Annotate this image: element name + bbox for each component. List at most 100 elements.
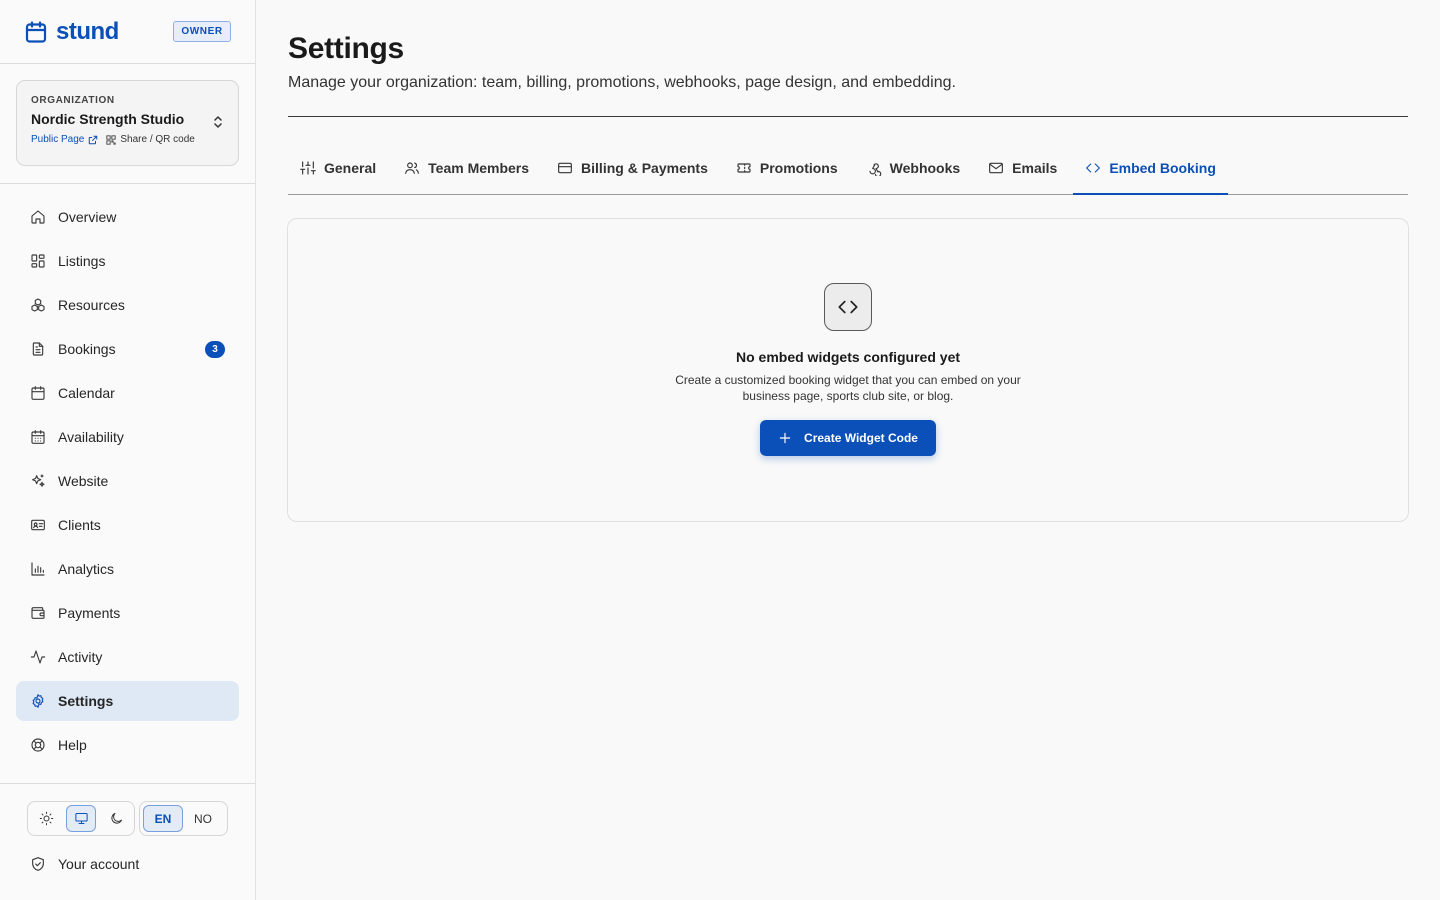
chevrons-up-down-icon — [214, 116, 222, 128]
theme-dark-button[interactable] — [101, 805, 131, 832]
brand-name: stund — [56, 18, 119, 45]
webhook-icon — [869, 163, 881, 176]
sidebar-item-label: Website — [58, 473, 109, 489]
code-icon — [838, 300, 858, 314]
life-buoy-icon — [31, 738, 45, 752]
plus-icon — [779, 432, 791, 444]
role-badge: OWNER — [173, 21, 231, 42]
embed-widgets-panel: No embed widgets configured yet Create a… — [287, 218, 1409, 522]
sidebar-item-label: Availability — [58, 429, 124, 445]
tab-emails[interactable]: Emails — [976, 142, 1069, 194]
file-text-icon — [32, 342, 44, 356]
sidebar-item-help[interactable]: Help — [16, 725, 239, 765]
sidebar-item-payments[interactable]: Payments — [16, 593, 239, 633]
tab-label: Promotions — [759, 160, 838, 176]
sidebar-item-overview[interactable]: Overview — [16, 197, 239, 237]
sidebar-item-label: Activity — [58, 649, 103, 665]
share-qr-label: Share / QR code — [120, 134, 195, 145]
sidebar-item-activity[interactable]: Activity — [16, 637, 239, 677]
share-qr-link[interactable]: Share / QR code — [106, 134, 195, 145]
tab-promotions[interactable]: Promotions — [724, 142, 850, 194]
sidebar-item-label: Help — [58, 737, 87, 753]
sidebar-item-label: Clients — [58, 517, 101, 533]
bar-chart-icon — [31, 562, 45, 576]
code-icon — [1086, 163, 1101, 173]
divider — [0, 183, 255, 184]
sidebar-item-resources[interactable]: Resources — [16, 285, 239, 325]
activity-icon — [30, 650, 46, 664]
your-account-link[interactable]: Your account — [30, 856, 139, 872]
theme-system-button[interactable] — [66, 805, 96, 832]
sidebar-item-bookings[interactable]: Bookings 3 — [16, 329, 239, 369]
sidebar-item-label: Analytics — [58, 561, 115, 577]
tab-label: Embed Booking — [1109, 160, 1216, 176]
tab-webhooks[interactable]: Webhooks — [854, 142, 973, 194]
shield-check-icon — [32, 857, 44, 871]
tab-label: Billing & Payments — [581, 160, 708, 176]
sidebar-item-label: Bookings — [58, 341, 116, 357]
sidebar-item-website[interactable]: Website — [16, 461, 239, 501]
tab-label: Emails — [1012, 160, 1058, 176]
boxes-icon — [31, 298, 45, 312]
empty-state-icon — [824, 283, 872, 331]
language-switcher: EN NO — [139, 801, 228, 836]
language-en-button[interactable]: EN — [143, 805, 183, 832]
grid-icon — [31, 254, 45, 268]
sidebar-item-analytics[interactable]: Analytics — [16, 549, 239, 589]
tab-label: Webhooks — [889, 160, 961, 176]
calendar-days-icon — [31, 430, 45, 444]
sidebar-item-label: Resources — [58, 297, 125, 313]
organization-switcher[interactable]: ORGANIZATION Nordic Strength Studio Publ… — [16, 80, 239, 166]
calendar-logo-icon — [25, 21, 47, 43]
page-subtitle: Manage your organization: team, billing,… — [288, 74, 956, 91]
gear-icon — [32, 694, 44, 708]
sparkles-icon — [32, 474, 45, 487]
public-page-link[interactable]: Public Page — [31, 134, 98, 145]
header-divider — [288, 116, 1408, 117]
qr-code-icon — [106, 134, 116, 145]
tab-team-members[interactable]: Team Members — [392, 142, 541, 194]
sidebar-item-calendar[interactable]: Calendar — [16, 373, 239, 413]
empty-state-description: Create a customized booking widget that … — [675, 373, 1021, 403]
sidebar-item-clients[interactable]: Clients — [16, 505, 239, 545]
public-page-label: Public Page — [31, 134, 85, 145]
sidebar-item-listings[interactable]: Listings — [16, 241, 239, 281]
settings-tabs: General Team Members Billing & Payments … — [288, 142, 1408, 195]
mail-icon — [989, 162, 1004, 174]
home-icon — [31, 210, 45, 224]
divider — [0, 783, 255, 784]
sidebar-item-label: Settings — [58, 693, 114, 709]
sidebar-item-label: Calendar — [58, 385, 115, 401]
organization-label: ORGANIZATION — [31, 95, 115, 106]
your-account-label: Your account — [58, 856, 140, 872]
tab-general[interactable]: General — [288, 142, 388, 194]
moon-icon — [110, 813, 122, 824]
page-title: Settings — [288, 32, 404, 65]
tab-label: Team Members — [428, 160, 530, 176]
users-icon — [405, 162, 420, 174]
divider — [0, 63, 255, 64]
sidebar-item-label: Listings — [58, 253, 106, 269]
create-widget-code-button[interactable]: Create Widget Code — [760, 420, 936, 456]
monitor-icon — [74, 813, 88, 824]
sidebar-nav: Overview Listings Resources Bookings 3 C… — [16, 197, 239, 769]
tab-label: General — [324, 160, 377, 176]
id-card-icon — [31, 519, 45, 531]
sidebar-item-label: Payments — [58, 605, 121, 621]
sidebar-item-label: Overview — [58, 209, 117, 225]
sliders-icon — [300, 161, 316, 175]
wallet-icon — [31, 607, 45, 619]
empty-state-title: No embed widgets configured yet — [735, 349, 961, 365]
organization-name: Nordic Strength Studio — [31, 111, 185, 127]
sidebar: stund OWNER ORGANIZATION Nordic Strength… — [0, 0, 256, 900]
tab-embed-booking[interactable]: Embed Booking — [1073, 142, 1228, 195]
calendar-icon — [31, 386, 45, 400]
tab-billing-payments[interactable]: Billing & Payments — [545, 142, 720, 194]
sun-icon — [39, 811, 53, 826]
sidebar-item-settings[interactable]: Settings — [16, 681, 239, 721]
theme-light-button[interactable] — [31, 805, 61, 832]
create-widget-code-label: Create Widget Code — [804, 431, 918, 445]
external-link-icon — [89, 135, 98, 144]
language-no-button[interactable]: NO — [183, 805, 223, 832]
sidebar-item-availability[interactable]: Availability — [16, 417, 239, 457]
